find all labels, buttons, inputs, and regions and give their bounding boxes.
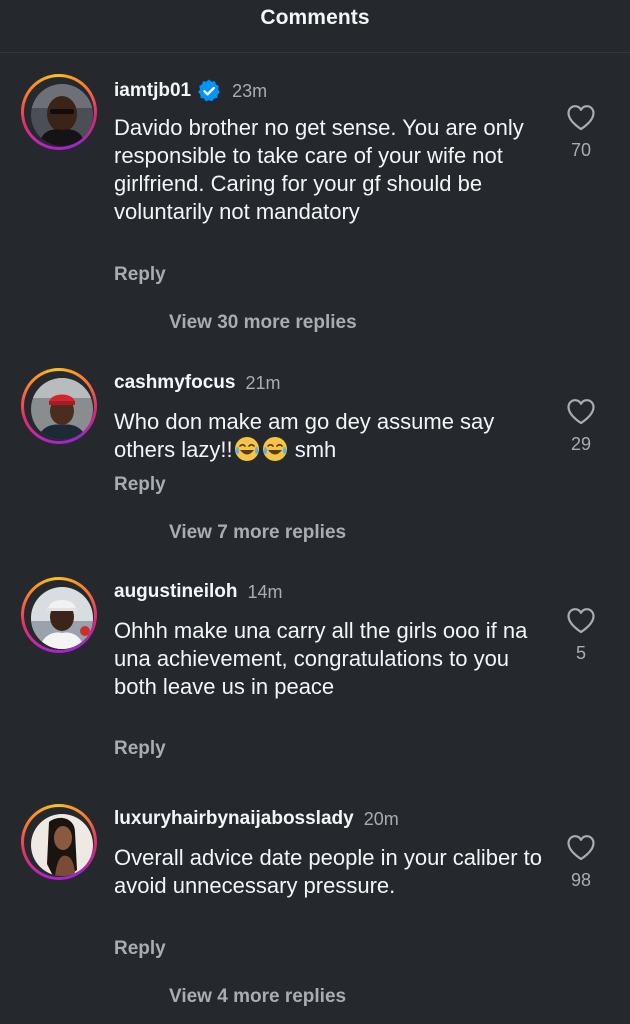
story-ring[interactable]	[21, 368, 97, 444]
comment-text: Davido brother no get sense. You are onl…	[114, 115, 524, 224]
reply-button[interactable]: Reply	[114, 938, 166, 960]
comment-meta: iamtjb01 23m	[114, 78, 267, 104]
comment-text: Who don make am go dey assume say others…	[114, 408, 544, 464]
comments-header: Comments	[0, 0, 630, 53]
like-count: 98	[570, 870, 592, 890]
avatar[interactable]	[31, 378, 93, 440]
timestamp: 23m	[232, 80, 268, 101]
view-more-replies-button[interactable]: View 4 more replies	[169, 986, 346, 1008]
like-control: 70	[560, 104, 602, 161]
username[interactable]: luxuryhairbynaijabosslady	[114, 808, 354, 830]
story-ring[interactable]	[21, 804, 97, 880]
reply-button[interactable]: Reply	[114, 738, 166, 760]
like-control: 29	[560, 398, 602, 455]
story-ring[interactable]	[21, 74, 97, 150]
timestamp: 20m	[363, 808, 399, 829]
timestamp: 14m	[247, 581, 283, 602]
verified-badge-icon	[196, 78, 222, 104]
face-with-tears-of-joy-icon	[234, 437, 259, 461]
story-ring[interactable]	[21, 577, 97, 653]
reply-button[interactable]: Reply	[114, 264, 166, 286]
comment-meta: cashmyfocus 21m	[114, 372, 280, 394]
like-control: 5	[560, 607, 602, 664]
comment-item: iamtjb01 23m Davido brother no get sense…	[0, 74, 630, 364]
comment-item: luxuryhairbynaijabosslady 20m Overall ad…	[0, 804, 630, 1024]
avatar[interactable]	[31, 587, 93, 649]
comment-text: Ohhh make una carry all the girls ooo if…	[114, 618, 528, 699]
view-more-replies-button[interactable]: View 30 more replies	[169, 312, 357, 334]
comment-item: cashmyfocus 21m Who don make am go dey a…	[0, 368, 630, 568]
view-more-replies-button[interactable]: View 7 more replies	[169, 522, 346, 544]
heart-icon[interactable]	[566, 398, 596, 425]
face-with-tears-of-joy-icon	[262, 437, 287, 461]
like-count: 5	[575, 643, 586, 663]
timestamp: 21m	[245, 372, 281, 393]
comment-text-part: smh	[288, 437, 337, 462]
reply-button[interactable]: Reply	[114, 474, 166, 496]
comment-meta: augustineiloh 14m	[114, 581, 283, 603]
comment-meta: luxuryhairbynaijabosslady 20m	[114, 808, 399, 830]
username[interactable]: cashmyfocus	[114, 372, 235, 394]
like-count: 29	[570, 434, 592, 454]
avatar[interactable]	[31, 814, 93, 876]
like-control: 98	[560, 834, 602, 891]
heart-icon[interactable]	[566, 104, 596, 131]
comment-item: augustineiloh 14m Ohhh make una carry al…	[0, 577, 630, 777]
comment-text: Overall advice date people in your calib…	[114, 845, 543, 898]
username[interactable]: augustineiloh	[114, 581, 238, 603]
heart-icon[interactable]	[566, 834, 596, 861]
username[interactable]: iamtjb01	[114, 80, 191, 102]
page-title: Comments	[260, 6, 370, 29]
like-count: 70	[570, 140, 592, 160]
heart-icon[interactable]	[566, 607, 596, 634]
avatar[interactable]	[31, 84, 93, 146]
